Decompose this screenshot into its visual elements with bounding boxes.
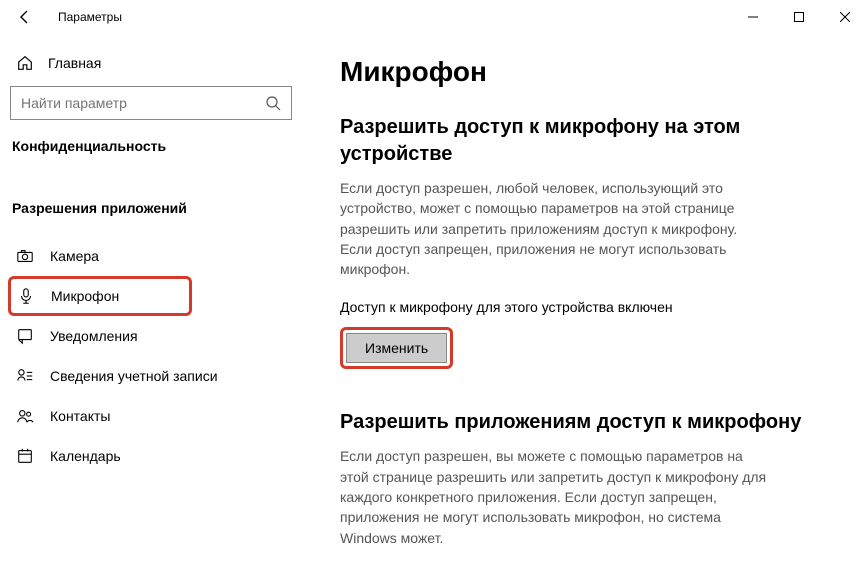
search-input-wrap[interactable]	[10, 86, 292, 120]
section-heading-device-access: Разрешить доступ к микрофону на этом уст…	[340, 114, 838, 168]
titlebar: Параметры	[0, 0, 868, 34]
minimize-button[interactable]	[730, 0, 776, 34]
sidebar-item-label: Календарь	[50, 448, 121, 464]
close-icon	[840, 12, 850, 22]
contacts-icon	[16, 407, 34, 425]
search-input[interactable]	[21, 95, 265, 111]
sidebar-item-label: Уведомления	[50, 328, 138, 344]
account-icon	[16, 367, 34, 385]
sidebar-section-permissions: Разрешения приложений	[10, 200, 310, 222]
sidebar-item-camera[interactable]: Камера	[10, 236, 310, 276]
home-icon	[16, 54, 34, 72]
sidebar-item-account-info[interactable]: Сведения учетной записи	[10, 356, 310, 396]
notification-icon	[16, 327, 34, 345]
microphone-icon	[17, 287, 35, 305]
minimize-icon	[748, 12, 758, 22]
sidebar-nav: Камера Микрофон Уведомления Сведения уче…	[10, 236, 310, 476]
calendar-icon	[16, 447, 34, 465]
main-content: Микрофон Разрешить доступ к микрофону на…	[310, 34, 868, 568]
sidebar-home[interactable]: Главная	[10, 46, 310, 86]
mic-access-status: Доступ к микрофону для этого устройства …	[340, 299, 838, 315]
arrow-left-icon	[17, 9, 33, 25]
sidebar-item-microphone[interactable]: Микрофон	[8, 276, 192, 316]
camera-icon	[16, 247, 34, 265]
page-title: Микрофон	[340, 56, 838, 88]
sidebar-item-calendar[interactable]: Календарь	[10, 436, 310, 476]
sidebar-item-label: Контакты	[50, 408, 110, 424]
change-button[interactable]: Изменить	[346, 333, 447, 363]
section-heading-app-access: Разрешить приложениям доступ к микрофону	[340, 409, 838, 436]
sidebar-section-privacy: Конфиденциальность	[10, 138, 310, 160]
back-button[interactable]	[14, 6, 36, 28]
sidebar-item-label: Микрофон	[51, 288, 119, 304]
maximize-icon	[794, 12, 804, 22]
section-description-apps: Если доступ разрешен, вы можете с помощь…	[340, 446, 770, 547]
sidebar-home-label: Главная	[48, 55, 101, 71]
sidebar-item-notifications[interactable]: Уведомления	[10, 316, 310, 356]
sidebar-item-contacts[interactable]: Контакты	[10, 396, 310, 436]
sidebar-item-label: Камера	[50, 248, 99, 264]
change-button-highlight: Изменить	[340, 327, 453, 369]
section-description: Если доступ разрешен, любой человек, исп…	[340, 178, 770, 279]
search-icon	[265, 95, 281, 111]
window-title: Параметры	[58, 10, 122, 24]
close-button[interactable]	[822, 0, 868, 34]
sidebar-item-label: Сведения учетной записи	[50, 368, 218, 384]
sidebar: Главная Конфиденциальность Разрешения пр…	[0, 34, 310, 568]
maximize-button[interactable]	[776, 0, 822, 34]
